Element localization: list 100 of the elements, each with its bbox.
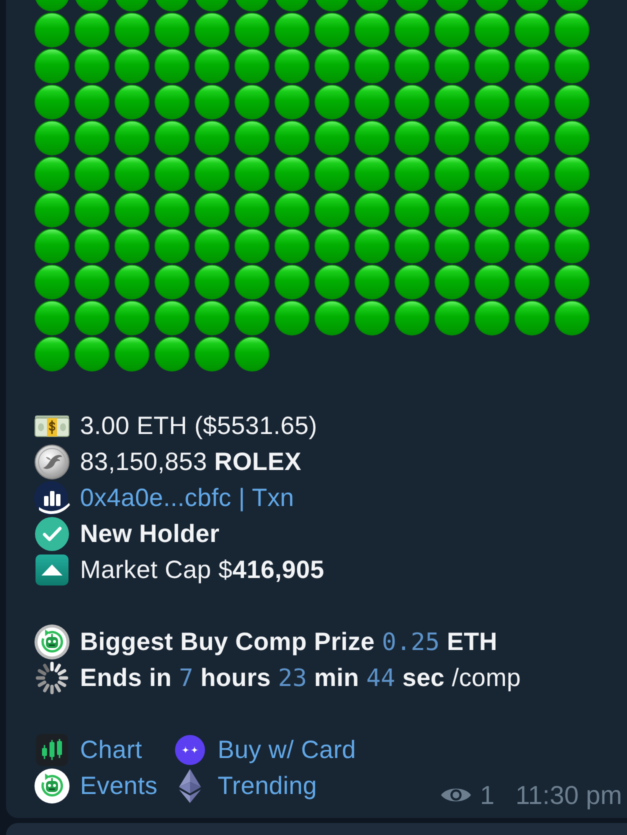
circle-emoji-icon bbox=[234, 84, 270, 120]
circle-emoji-icon bbox=[274, 156, 310, 192]
circle-emoji-icon bbox=[234, 156, 270, 192]
trending-link[interactable]: Trending bbox=[218, 768, 317, 804]
circle-emoji-icon bbox=[474, 156, 510, 192]
circle-emoji-icon bbox=[194, 48, 230, 84]
circle-emoji-icon bbox=[354, 192, 390, 228]
circle-emoji-icon bbox=[34, 336, 70, 372]
separator-text: | bbox=[237, 484, 246, 512]
circle-emoji-icon bbox=[314, 84, 350, 120]
circle-emoji-icon bbox=[314, 120, 350, 156]
circle-emoji-icon bbox=[314, 300, 350, 336]
circle-emoji-icon bbox=[474, 192, 510, 228]
circle-emoji-icon bbox=[514, 264, 550, 300]
circle-emoji-icon bbox=[514, 48, 550, 84]
buy-card-link[interactable]: Buy w/ Card bbox=[218, 732, 356, 768]
circle-emoji-icon bbox=[394, 84, 430, 120]
circle-emoji-icon bbox=[354, 300, 390, 336]
circle-emoji-icon bbox=[434, 192, 470, 228]
circle-emoji-icon bbox=[154, 264, 190, 300]
circle-emoji-icon bbox=[114, 336, 150, 372]
circle-emoji-icon bbox=[114, 156, 150, 192]
circle-emoji-icon bbox=[514, 84, 550, 120]
check-icon bbox=[34, 516, 70, 552]
circle-emoji-icon bbox=[114, 264, 150, 300]
circle-emoji-icon bbox=[274, 228, 310, 264]
circle-emoji-icon bbox=[474, 300, 510, 336]
circle-emoji-icon bbox=[154, 228, 190, 264]
circle-emoji-icon bbox=[34, 228, 70, 264]
holder-status-text: New Holder bbox=[80, 519, 220, 550]
circle-emoji-icon bbox=[234, 120, 270, 156]
circle-emoji-icon bbox=[74, 120, 110, 156]
circle-emoji-icon bbox=[514, 228, 550, 264]
circle-emoji-icon bbox=[434, 228, 470, 264]
circle-emoji-icon bbox=[74, 300, 110, 336]
circle-emoji-icon bbox=[434, 48, 470, 84]
circle-emoji-icon bbox=[114, 120, 150, 156]
circle-emoji-icon bbox=[34, 264, 70, 300]
circle-emoji-icon bbox=[274, 48, 310, 84]
circle-emoji-icon bbox=[394, 156, 430, 192]
circle-emoji-icon bbox=[314, 228, 350, 264]
circle-emoji-icon bbox=[234, 336, 270, 372]
events-link[interactable]: Events bbox=[80, 768, 158, 804]
circle-emoji-icon bbox=[514, 156, 550, 192]
coin-icon bbox=[34, 444, 70, 480]
amount-text: 3.00 ETH ($5531.65) bbox=[80, 411, 318, 442]
bar-graph-icon bbox=[34, 480, 70, 516]
circle-emoji-icon bbox=[314, 48, 350, 84]
circle-emoji-icon bbox=[434, 300, 470, 336]
robot-coin-icon bbox=[34, 624, 70, 660]
message-time: 11:30 pm bbox=[516, 780, 622, 810]
circle-emoji-icon bbox=[114, 48, 150, 84]
circle-emoji-icon bbox=[74, 48, 110, 84]
circle-emoji-icon bbox=[354, 84, 390, 120]
market-cap-text: Market Cap $416,905 bbox=[80, 555, 324, 586]
circle-emoji-icon bbox=[194, 336, 230, 372]
circle-emoji-icon bbox=[194, 156, 230, 192]
countdown-text: Ends in 7 hours 23 min 44 sec /comp bbox=[80, 663, 521, 694]
circle-emoji-icon bbox=[514, 192, 550, 228]
circle-emoji-icon bbox=[434, 120, 470, 156]
circle-emoji-icon bbox=[514, 120, 550, 156]
circle-emoji-icon bbox=[154, 336, 190, 372]
banknote-icon bbox=[34, 415, 70, 437]
circle-emoji-icon bbox=[34, 156, 70, 192]
circle-emoji-icon bbox=[74, 84, 110, 120]
circle-emoji-icon bbox=[234, 264, 270, 300]
text-link[interactable]: 0x4a0e...cbfc bbox=[80, 484, 232, 512]
circle-emoji-icon bbox=[234, 48, 270, 84]
circle-emoji-icon bbox=[434, 264, 470, 300]
circle-emoji-icon bbox=[74, 264, 110, 300]
circle-emoji-icon bbox=[194, 192, 230, 228]
circle-emoji-icon bbox=[274, 300, 310, 336]
spinner-icon bbox=[34, 660, 70, 696]
circle-emoji-icon bbox=[394, 192, 430, 228]
text-link[interactable]: Txn bbox=[252, 484, 294, 512]
circle-emoji-icon bbox=[434, 156, 470, 192]
circle-emoji-icon bbox=[114, 192, 150, 228]
circle-emoji-icon bbox=[554, 300, 590, 336]
circle-emoji-icon bbox=[74, 156, 110, 192]
circle-emoji-icon bbox=[194, 84, 230, 120]
prize-text: Biggest Buy Comp Prize 0.25 ETH bbox=[80, 627, 498, 658]
circle-emoji-icon bbox=[314, 264, 350, 300]
circle-emoji-icon bbox=[554, 192, 590, 228]
circle-emoji-icon bbox=[474, 48, 510, 84]
circle-emoji-icon bbox=[34, 300, 70, 336]
chart-link[interactable]: Chart bbox=[80, 732, 142, 768]
circle-emoji-icon bbox=[514, 300, 550, 336]
circle-emoji-icon bbox=[34, 48, 70, 84]
sparkle-icon bbox=[174, 735, 205, 765]
circle-emoji-icon bbox=[154, 48, 190, 84]
circle-emoji-icon bbox=[194, 300, 230, 336]
circle-emoji-icon bbox=[474, 84, 510, 120]
circle-emoji-icon bbox=[354, 120, 390, 156]
circle-emoji-icon bbox=[354, 156, 390, 192]
circle-emoji-icon bbox=[554, 264, 590, 300]
circle-emoji-icon bbox=[394, 120, 430, 156]
circle-emoji-icon bbox=[154, 120, 190, 156]
circle-emoji-icon bbox=[194, 264, 230, 300]
circle-emoji-icon bbox=[474, 120, 510, 156]
circle-emoji-icon bbox=[114, 84, 150, 120]
